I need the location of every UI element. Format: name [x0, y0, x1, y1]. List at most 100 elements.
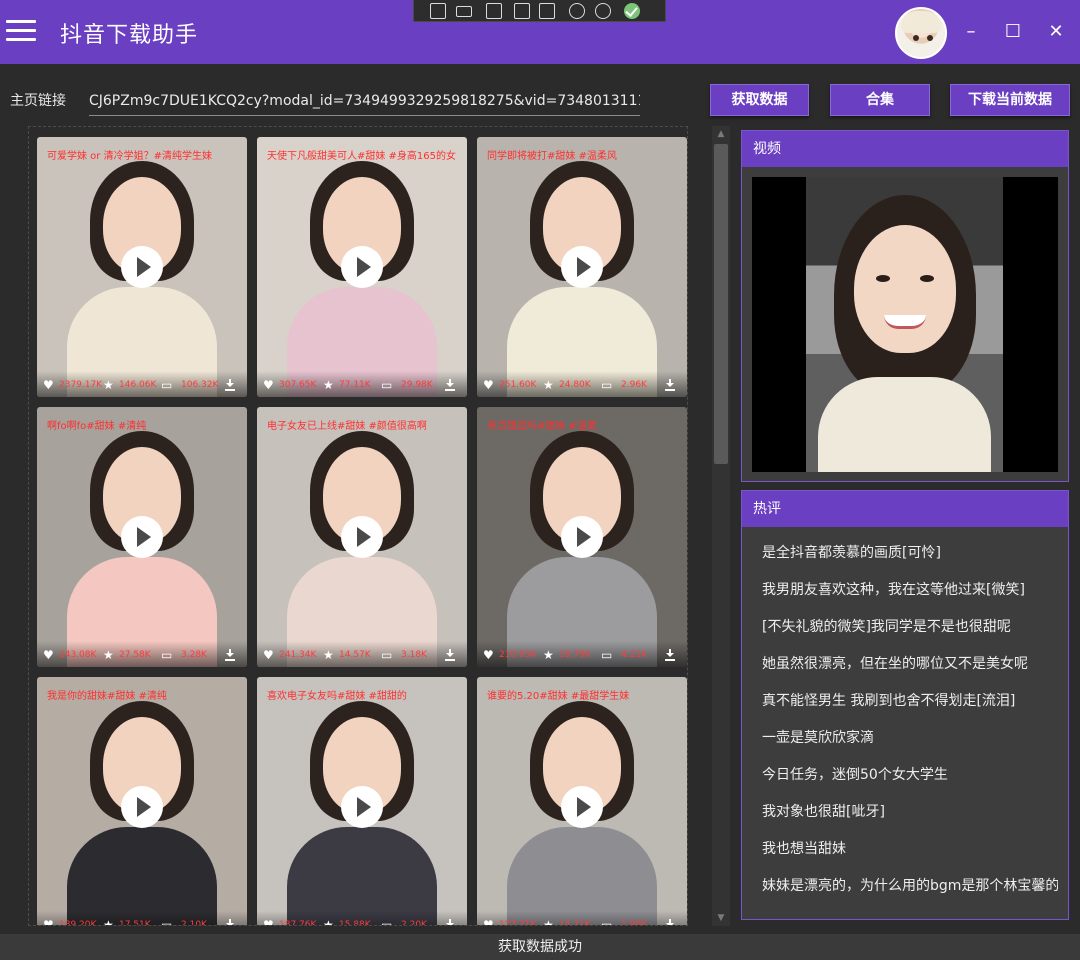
region-icon[interactable] — [430, 3, 446, 19]
heart-icon: ♥ — [483, 918, 494, 926]
download-icon[interactable] — [225, 649, 235, 661]
star-icon: ★ — [103, 378, 114, 392]
play-icon[interactable] — [121, 516, 163, 558]
comment-item: [不失礼貌的微笑]我同学是不是也很甜呢 — [762, 619, 1011, 635]
download-icon[interactable] — [665, 649, 675, 661]
video-stats: ♥ 243.08K ★ 27.58K ▭ 3.28K — [37, 641, 247, 667]
play-icon[interactable] — [121, 786, 163, 828]
video-card[interactable]: 来点甜品吗#甜妹 #温柔 ♥ 210.05K ★ 19.79K ▭ 4.21K — [477, 407, 687, 667]
comment-item: 我男朋友喜欢这种，我在这等他过来[微笑] — [762, 582, 1025, 598]
collection-button[interactable]: 合集 — [830, 84, 930, 116]
video-card[interactable]: 天使下凡般甜美可人#甜妹 #身高165的女 ♥ 307.65K ★ 77.11K ▭ 29.… — [257, 137, 467, 397]
stars-count: 27.58K — [119, 650, 151, 660]
video-card[interactable]: 啊fo啊fo#甜妹 #清纯 ♥ 243.08K ★ 27.58K ▭ 3.28K — [37, 407, 247, 667]
pointer-icon[interactable] — [486, 3, 502, 19]
avatar[interactable] — [895, 7, 947, 59]
likes-count: 189.20K — [59, 920, 97, 926]
comments-list: 是全抖音都羡慕的画质[可怜] 我男朋友喜欢这种，我在这等他过来[微笑] [不失礼貌的… — [742, 527, 1068, 911]
comment-icon: ▭ — [601, 918, 613, 926]
download-icon[interactable] — [445, 379, 455, 391]
video-caption: 同学即将被打#甜妹 #温柔风 — [487, 151, 617, 162]
star-icon: ★ — [543, 918, 554, 926]
comment-icon: ▭ — [381, 918, 393, 926]
video-stats: ♥ 307.65K ★ 77.11K ▭ 29.98K — [257, 371, 467, 397]
comments-count: 4.21K — [621, 650, 647, 660]
comment-item: 一壶是莫欣欣家滴 — [762, 730, 874, 746]
video-caption: 谁要的5.20#甜妹 #最甜学生妹 — [487, 691, 630, 702]
likes-count: 307.65K — [279, 380, 317, 390]
accessibility-icon[interactable] — [595, 3, 611, 19]
star-icon: ★ — [543, 648, 554, 662]
video-card[interactable]: 可爱学妹 or 清冷学姐？#清纯学生妹 ♥ 2379.17K ★ 146.06K ▭ 106… — [37, 137, 247, 397]
grid-scrollbar[interactable]: ▲ ▼ — [712, 126, 730, 926]
comments-count: 3.28K — [181, 650, 207, 660]
video-icon[interactable] — [456, 6, 472, 17]
heart-icon: ♥ — [263, 378, 274, 392]
play-icon[interactable] — [341, 246, 383, 288]
scroll-up-icon[interactable]: ▲ — [716, 129, 726, 139]
heart-icon: ♥ — [483, 648, 494, 662]
hamburger-menu-icon[interactable] — [6, 20, 36, 44]
likes-count: 210.05K — [499, 650, 537, 660]
video-card[interactable]: 同学即将被打#甜妹 #温柔风 ♥ 251.60K ★ 24.80K ▭ 2.96K — [477, 137, 687, 397]
comment-icon: ▭ — [381, 648, 393, 662]
video-stats: ♥ 189.20K ★ 17.51K ▭ 2.10K — [37, 911, 247, 926]
video-caption: 我是你的甜妹#甜妹 #清纯 — [47, 691, 167, 702]
crop-icon[interactable] — [539, 3, 555, 19]
star-icon: ★ — [103, 918, 114, 926]
video-card[interactable]: 我是你的甜妹#甜妹 #清纯 ♥ 189.20K ★ 17.51K ▭ 2.10K — [37, 677, 247, 926]
video-grid: 可爱学妹 or 清冷学姐？#清纯学生妹 ♥ 2379.17K ★ 146.06K ▭ 106… — [28, 126, 688, 926]
video-card[interactable]: 电子女友已上线#甜妹 #颜值很高啊 ♥ 241.34K ★ 14.57K ▭ 3.18K — [257, 407, 467, 667]
comment-item: 今日任务，迷倒50个女大学生 — [762, 767, 948, 783]
maximize-button[interactable]: ☐ — [1000, 19, 1026, 45]
play-icon[interactable] — [561, 246, 603, 288]
comment-item: 我也想当甜妹 — [762, 841, 846, 857]
download-icon[interactable] — [225, 919, 235, 925]
video-stats: ♥ 251.60K ★ 24.80K ▭ 2.96K — [477, 371, 687, 397]
comments-count: 3.18K — [401, 650, 427, 660]
download-icon[interactable] — [445, 919, 455, 925]
download-current-button[interactable]: 下载当前数据 — [950, 84, 1070, 116]
download-icon[interactable] — [225, 379, 235, 391]
likes-count: 251.60K — [499, 380, 537, 390]
play-icon[interactable] — [561, 786, 603, 828]
audio-icon[interactable] — [569, 3, 585, 19]
stars-count: 146.06K — [119, 380, 157, 390]
comments-panel-header: 热评 — [742, 491, 1068, 527]
close-button[interactable]: ✕ — [1043, 19, 1069, 45]
download-icon[interactable] — [445, 649, 455, 661]
download-icon[interactable] — [665, 379, 675, 391]
minimize-button[interactable]: – — [958, 19, 984, 45]
play-icon[interactable] — [121, 246, 163, 288]
likes-count: 243.08K — [59, 650, 97, 660]
fetch-data-button[interactable]: 获取数据 — [710, 84, 809, 116]
heart-icon: ♥ — [43, 918, 54, 926]
scroll-thumb[interactable] — [714, 144, 728, 464]
play-icon[interactable] — [561, 516, 603, 558]
video-card[interactable]: 谁要的5.20#甜妹 #最甜学生妹 ♥ 177.71K ★ 14.71K ▭ 1.90K — [477, 677, 687, 926]
video-stats: ♥ 177.71K ★ 14.71K ▭ 1.90K — [477, 911, 687, 926]
video-caption: 电子女友已上线#甜妹 #颜值很高啊 — [267, 421, 427, 432]
window-icon[interactable] — [514, 3, 530, 19]
play-icon[interactable] — [341, 516, 383, 558]
comments-count: 2.20K — [401, 920, 427, 926]
comments-count: 29.98K — [401, 380, 433, 390]
heart-icon: ♥ — [263, 648, 274, 662]
url-input[interactable] — [89, 82, 640, 116]
comment-item: 我对象也很甜[呲牙] — [762, 804, 885, 820]
play-icon[interactable] — [341, 786, 383, 828]
likes-count: 241.34K — [279, 650, 317, 660]
confirm-icon[interactable] — [624, 3, 640, 19]
video-player[interactable] — [752, 177, 1058, 472]
video-card[interactable]: 喜欢电子女友吗#甜妹 #甜甜的 ♥ 187.76K ★ 15.88K ▭ 2.20K — [257, 677, 467, 926]
video-stats: ♥ 241.34K ★ 14.57K ▭ 3.18K — [257, 641, 467, 667]
likes-count: 177.71K — [499, 920, 537, 926]
video-stats: ♥ 210.05K ★ 19.79K ▭ 4.21K — [477, 641, 687, 667]
app-window: 抖音下载助手 – ☐ ✕ 主页链接 获取数据 合集 下载当前数据 可爱学妹 or… — [0, 0, 1080, 960]
download-icon[interactable] — [665, 919, 675, 925]
video-caption: 可爱学妹 or 清冷学姐？#清纯学生妹 — [47, 151, 212, 162]
comment-icon: ▭ — [601, 648, 613, 662]
comment-item: 妹妹是漂亮的，为什么用的bgm是那个林宝馨的 — [762, 878, 1058, 894]
scroll-down-icon[interactable]: ▼ — [716, 913, 726, 923]
star-icon: ★ — [103, 648, 114, 662]
